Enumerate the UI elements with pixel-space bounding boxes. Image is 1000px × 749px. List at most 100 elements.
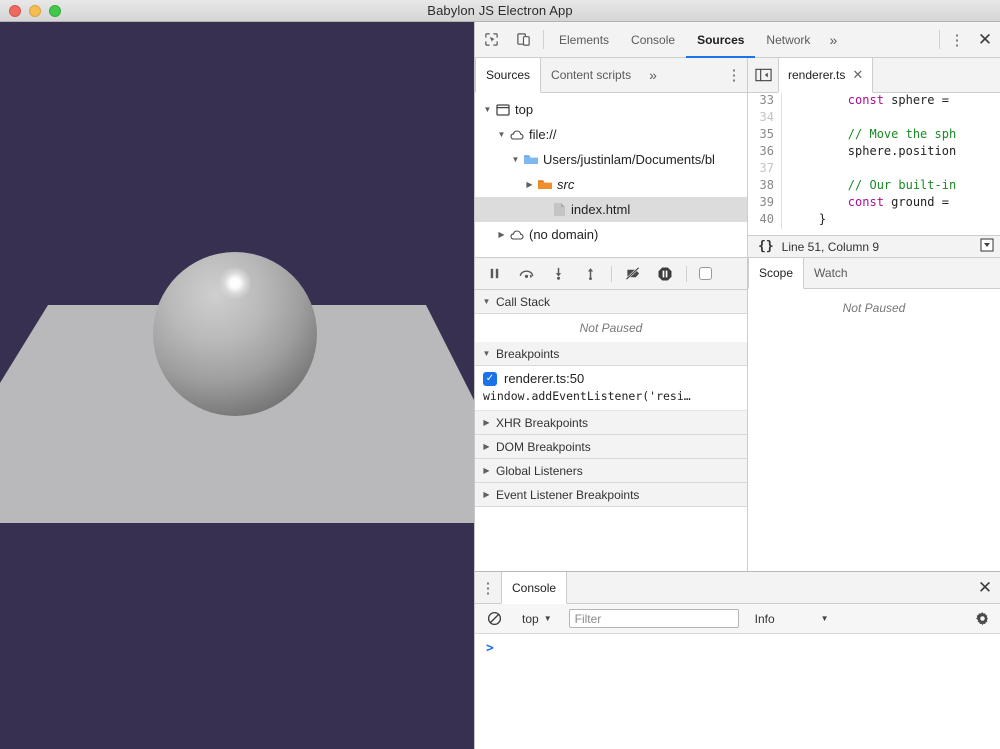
code-line[interactable]: 35 // Move the sph: [748, 127, 1000, 144]
chevron-right-icon[interactable]: ▶: [495, 230, 508, 239]
chevron-right-icon[interactable]: ▶: [480, 466, 493, 475]
chevron-down-icon[interactable]: ▼: [481, 105, 494, 114]
chevron-right-icon[interactable]: ▶: [480, 418, 493, 427]
chevron-right-icon[interactable]: ▶: [480, 490, 493, 499]
code-line[interactable]: 37: [748, 161, 1000, 178]
section-event-listener-breakpoints[interactable]: ▶ Event Listener Breakpoints: [475, 483, 747, 507]
editor-tab-label: renderer.ts: [788, 68, 846, 82]
tree-node-src-folder[interactable]: ▶ src: [475, 172, 747, 197]
navigator-more-icon[interactable]: »: [641, 58, 665, 92]
line-number[interactable]: 40: [748, 212, 782, 229]
navigator-tab-sources[interactable]: Sources: [475, 58, 542, 93]
line-number[interactable]: 34: [748, 110, 782, 127]
format-braces-icon[interactable]: {}: [748, 239, 782, 254]
devtools-panel: Elements Console Sources Network » ⋮ ✕ S…: [474, 22, 1000, 749]
chevron-down-icon[interactable]: ▼: [480, 297, 493, 306]
pause-on-exceptions-button[interactable]: [650, 261, 680, 287]
line-number[interactable]: 38: [748, 178, 782, 195]
code-line[interactable]: 39 const ground =: [748, 195, 1000, 212]
chevron-down-icon[interactable]: ▼: [480, 349, 493, 358]
tree-node-no-domain[interactable]: ▶ (no domain): [475, 222, 747, 247]
code-line[interactable]: 38 // Our built-in: [748, 178, 1000, 195]
toolbar-divider: [543, 30, 544, 49]
breakpoint-enabled-checkbox[interactable]: ✓: [483, 371, 497, 386]
devtools-toolbar: Elements Console Sources Network » ⋮ ✕: [475, 22, 1000, 58]
section-call-stack[interactable]: ▼ Call Stack: [475, 290, 747, 314]
navigator-tab-content-scripts[interactable]: Content scripts: [541, 58, 641, 92]
line-number[interactable]: 36: [748, 144, 782, 161]
step-into-button[interactable]: [543, 261, 573, 287]
drawer-tab-console[interactable]: Console: [501, 572, 568, 604]
more-tabs-icon[interactable]: »: [821, 22, 845, 57]
tab-network[interactable]: Network: [755, 22, 821, 57]
breakpoint-item[interactable]: ✓ renderer.ts:50 window.addEventListener…: [475, 366, 747, 411]
drawer-menu-icon[interactable]: ⋮: [475, 572, 501, 603]
line-number[interactable]: 35: [748, 127, 782, 144]
code-line[interactable]: 40 }: [748, 212, 1000, 229]
line-number[interactable]: 37: [748, 161, 782, 178]
section-xhr-breakpoints[interactable]: ▶ XHR Breakpoints: [475, 411, 747, 435]
chevron-right-icon[interactable]: ▶: [523, 180, 536, 189]
call-stack-body: Not Paused: [475, 314, 747, 342]
inspect-element-icon[interactable]: [475, 22, 507, 57]
section-breakpoints[interactable]: ▼ Breakpoints: [475, 342, 747, 366]
deactivate-breakpoints-button[interactable]: [618, 261, 648, 287]
code-lines-container[interactable]: 33 const sphere = 34 35 // Move the sph 36…: [748, 93, 1000, 235]
tab-console[interactable]: Console: [620, 22, 686, 57]
debugger-toolbar-divider: [611, 265, 612, 282]
console-level-selector[interactable]: Info ▼: [739, 612, 829, 626]
editor-tab-strip: renderer.ts ✕: [748, 58, 1000, 93]
console-drawer: ⋮ Console ✕ top ▼ Filter Info ▼ >: [475, 571, 1000, 749]
devtools-menu-icon[interactable]: ⋮: [944, 22, 970, 57]
tree-node-index-html[interactable]: index.html: [475, 197, 747, 222]
tree-node-label: Users/justinlam/Documents/bl: [543, 152, 715, 167]
tab-elements[interactable]: Elements: [548, 22, 620, 57]
drawer-tab-spacer: [567, 572, 970, 603]
tab-sources[interactable]: Sources: [686, 22, 756, 58]
tab-watch[interactable]: Watch: [804, 258, 858, 288]
resume-pause-button[interactable]: [479, 261, 509, 287]
console-output[interactable]: >: [475, 634, 1000, 749]
chevron-right-icon[interactable]: ▶: [480, 442, 493, 451]
section-dom-breakpoints[interactable]: ▶ DOM Breakpoints: [475, 435, 747, 459]
tree-node-documents-folder[interactable]: ▼ Users/justinlam/Documents/bl: [475, 147, 747, 172]
code-line[interactable]: 33 const sphere =: [748, 93, 1000, 110]
pause-on-caught-exceptions-checkbox[interactable]: [699, 267, 712, 280]
section-global-listeners[interactable]: ▶ Global Listeners: [475, 459, 747, 483]
code-line-text: // Move the sph: [847, 127, 957, 141]
gear-icon[interactable]: [968, 611, 996, 626]
tab-scope[interactable]: Scope: [748, 258, 805, 289]
debugger-sidebar: ▼ Call Stack Not Paused ▼ Breakpoints ✓ …: [475, 258, 748, 571]
tree-node-label: src: [557, 177, 575, 192]
file-navigator-tree[interactable]: ▼ top ▼ file:// ▼ Users/justinlam/Docume…: [475, 93, 748, 257]
clear-console-icon[interactable]: [479, 611, 509, 626]
navigator-menu-icon[interactable]: ⋮: [721, 58, 747, 92]
code-editor[interactable]: 33 const sphere = 34 35 // Move the sph 36…: [748, 93, 1000, 257]
line-number[interactable]: 33: [748, 93, 782, 110]
step-out-button[interactable]: [575, 261, 605, 287]
chevron-down-icon[interactable]: ▼: [509, 155, 522, 164]
console-filter-input[interactable]: Filter: [568, 609, 739, 628]
close-devtools-icon[interactable]: ✕: [970, 22, 1000, 57]
tree-node-label: index.html: [571, 202, 631, 217]
line-number[interactable]: 39: [748, 195, 782, 212]
close-drawer-icon[interactable]: ✕: [970, 572, 1000, 603]
pretty-print-icon[interactable]: [974, 238, 1000, 255]
console-context-selector[interactable]: top ▼: [514, 612, 560, 626]
device-toolbar-icon[interactable]: [507, 22, 539, 57]
tree-node-top[interactable]: ▼ top: [475, 97, 747, 122]
step-over-button[interactable]: [511, 261, 541, 287]
console-prompt-row[interactable]: >: [475, 641, 1000, 656]
close-icon[interactable]: ✕: [852, 67, 863, 83]
babylon-render-canvas[interactable]: [0, 22, 474, 749]
tree-node-label: top: [515, 102, 534, 117]
editor-tab-renderer-ts[interactable]: renderer.ts ✕: [778, 58, 874, 93]
code-line[interactable]: 36 sphere.position: [748, 144, 1000, 161]
show-navigator-icon[interactable]: [748, 58, 778, 92]
sphere-mesh: [153, 252, 317, 416]
scope-watch-tab-strip: Scope Watch: [748, 258, 1000, 289]
code-line[interactable]: 34: [748, 110, 1000, 127]
tree-node-file-scheme[interactable]: ▼ file://: [475, 122, 747, 147]
sources-subbar: Sources Content scripts » ⋮ renderer.ts …: [475, 58, 1000, 93]
chevron-down-icon[interactable]: ▼: [495, 130, 508, 139]
